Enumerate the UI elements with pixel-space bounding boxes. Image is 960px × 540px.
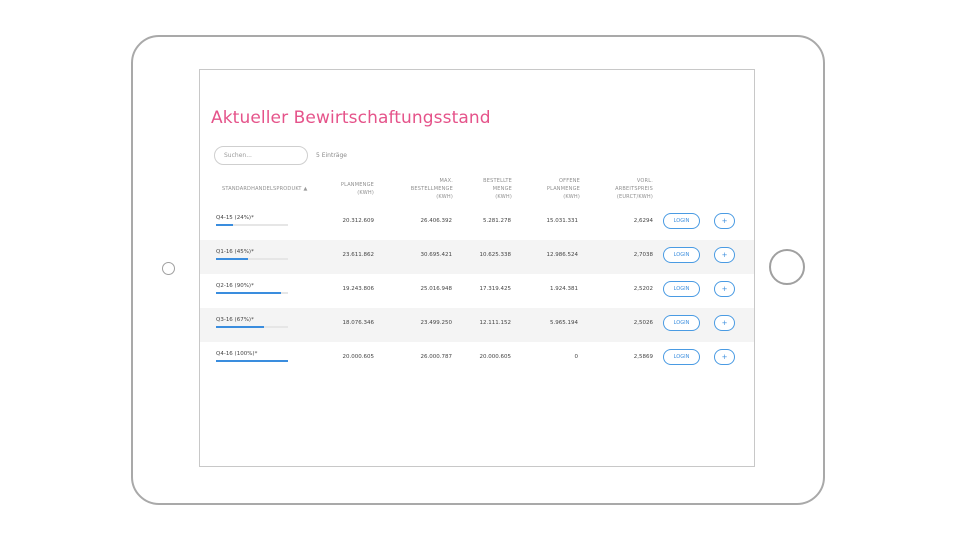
table-row: Q2-16 (90%)* 19.243.806 25.016.948 17.31… <box>200 274 754 308</box>
offene-planmenge-value: 12.986.524 <box>546 252 579 258</box>
column-header-line: (KWh) <box>357 190 374 196</box>
add-button[interactable]: + <box>714 247 735 263</box>
add-button[interactable]: + <box>714 281 735 297</box>
planmenge-value: 23.611.862 <box>342 252 375 258</box>
column-header-vorl-arbeitspreis[interactable]: VORL. ARBEITSPREIS (EURct/KWh) <box>583 177 653 201</box>
progress-bar <box>216 292 288 294</box>
offene-planmenge-value: 5.965.194 <box>550 320 578 326</box>
login-button[interactable]: LOGIN <box>663 349 700 365</box>
bestellte-menge-value: 5.281.278 <box>483 218 511 224</box>
max-bestellmenge-value: 30.695.421 <box>420 252 453 258</box>
arbeitspreis-value: 2,5202 <box>633 286 653 292</box>
bestellte-menge-value: 20.000.605 <box>479 354 512 360</box>
column-header-line: BESTELLTE <box>483 178 512 184</box>
login-button[interactable]: LOGIN <box>663 247 700 263</box>
progress-bar-fill <box>216 258 249 260</box>
planmenge-value: 18.076.346 <box>342 320 375 326</box>
max-bestellmenge-value: 26.000.787 <box>420 354 453 360</box>
column-header-max-bestellmenge[interactable]: MAX. BESTELLMENGE (KWh) <box>385 177 453 201</box>
bestellte-menge-value: 17.319.425 <box>479 286 512 292</box>
progress-bar-fill <box>216 224 234 226</box>
product-name: Q4-15 (24%)* <box>216 215 254 221</box>
offene-planmenge-value: 15.031.331 <box>546 218 579 224</box>
login-button[interactable]: LOGIN <box>663 281 700 297</box>
product-name: Q4-16 (100%)* <box>216 351 258 357</box>
progress-bar <box>216 360 288 362</box>
column-header-line: PLANMENGE <box>340 182 374 188</box>
column-header-line: (KWh) <box>436 194 453 200</box>
arbeitspreis-value: 2,5869 <box>633 354 653 360</box>
product-name: Q1-16 (45%)* <box>216 249 254 255</box>
bestellte-menge-value: 10.625.338 <box>479 252 512 258</box>
search-input[interactable] <box>214 146 308 165</box>
arbeitspreis-value: 2,7038 <box>633 252 653 258</box>
offene-planmenge-value: 1.924.381 <box>550 286 578 292</box>
column-header-planmenge[interactable]: PLANMENGE (KWh) <box>318 181 374 197</box>
tablet-home-button[interactable] <box>769 249 805 285</box>
progress-bar <box>216 326 288 328</box>
column-header-line: MAX. <box>439 178 453 184</box>
column-header-line: (EURct/KWh) <box>616 194 653 200</box>
arbeitspreis-value: 2,6294 <box>633 218 653 224</box>
max-bestellmenge-value: 23.499.250 <box>420 320 453 326</box>
add-button[interactable]: + <box>714 315 735 331</box>
column-header-bestellte-menge[interactable]: BESTELLTE MENGE (KWh) <box>458 177 512 201</box>
table-row: Q4-15 (24%)* 20.312.609 26.406.392 5.281… <box>200 206 754 240</box>
progress-bar-fill <box>216 360 288 362</box>
progress-bar-fill <box>216 326 265 328</box>
max-bestellmenge-value: 25.016.948 <box>420 286 453 292</box>
login-button[interactable]: LOGIN <box>663 315 700 331</box>
table-row: Q3-16 (67%)* 18.076.346 23.499.250 12.11… <box>200 308 754 342</box>
column-header-product[interactable]: STANDARDHANDELSPRODUKT ▲ <box>222 185 308 193</box>
column-header-line: VORL. <box>636 178 653 184</box>
column-header-line: MENGE <box>492 186 512 192</box>
progress-bar-fill <box>216 292 281 294</box>
max-bestellmenge-value: 26.406.392 <box>420 218 453 224</box>
progress-bar <box>216 224 288 226</box>
bestellte-menge-value: 12.111.152 <box>479 320 512 326</box>
product-name: Q3-16 (67%)* <box>216 317 254 323</box>
page-title: Aktueller Bewirtschaftungsstand <box>211 108 491 128</box>
column-header-line: (KWh) <box>563 194 580 200</box>
planmenge-value: 20.000.605 <box>342 354 375 360</box>
column-header-line: BESTELLMENGE <box>410 186 453 192</box>
column-header-line: ARBEITSPREIS <box>615 186 653 192</box>
table-row: Q1-16 (45%)* 23.611.862 30.695.421 10.62… <box>200 240 754 274</box>
table-row: Q4-16 (100%)* 20.000.605 26.000.787 20.0… <box>200 342 754 376</box>
planmenge-value: 19.243.806 <box>342 286 375 292</box>
login-button[interactable]: LOGIN <box>663 213 700 229</box>
add-button[interactable]: + <box>714 213 735 229</box>
entry-count: 5 Einträge <box>316 152 347 159</box>
tablet-camera <box>162 262 175 275</box>
progress-bar <box>216 258 288 260</box>
column-header-line: OFFENE <box>559 178 580 184</box>
offene-planmenge-value: 0 <box>574 354 579 360</box>
column-header-line: (KWh) <box>495 194 512 200</box>
add-button[interactable]: + <box>714 349 735 365</box>
tablet-screen: Aktueller Bewirtschaftungsstand 5 Einträ… <box>199 69 755 467</box>
planmenge-value: 20.312.609 <box>342 218 375 224</box>
product-name: Q2-16 (90%)* <box>216 283 254 289</box>
column-header-product-label: STANDARDHANDELSPRODUKT <box>222 186 302 192</box>
sort-up-icon: ▲ <box>303 186 308 192</box>
column-header-line: PLANMENGE <box>546 186 580 192</box>
column-header-offene-planmenge[interactable]: OFFENE PLANMENGE (KWh) <box>520 177 580 201</box>
arbeitspreis-value: 2,5026 <box>633 320 653 326</box>
